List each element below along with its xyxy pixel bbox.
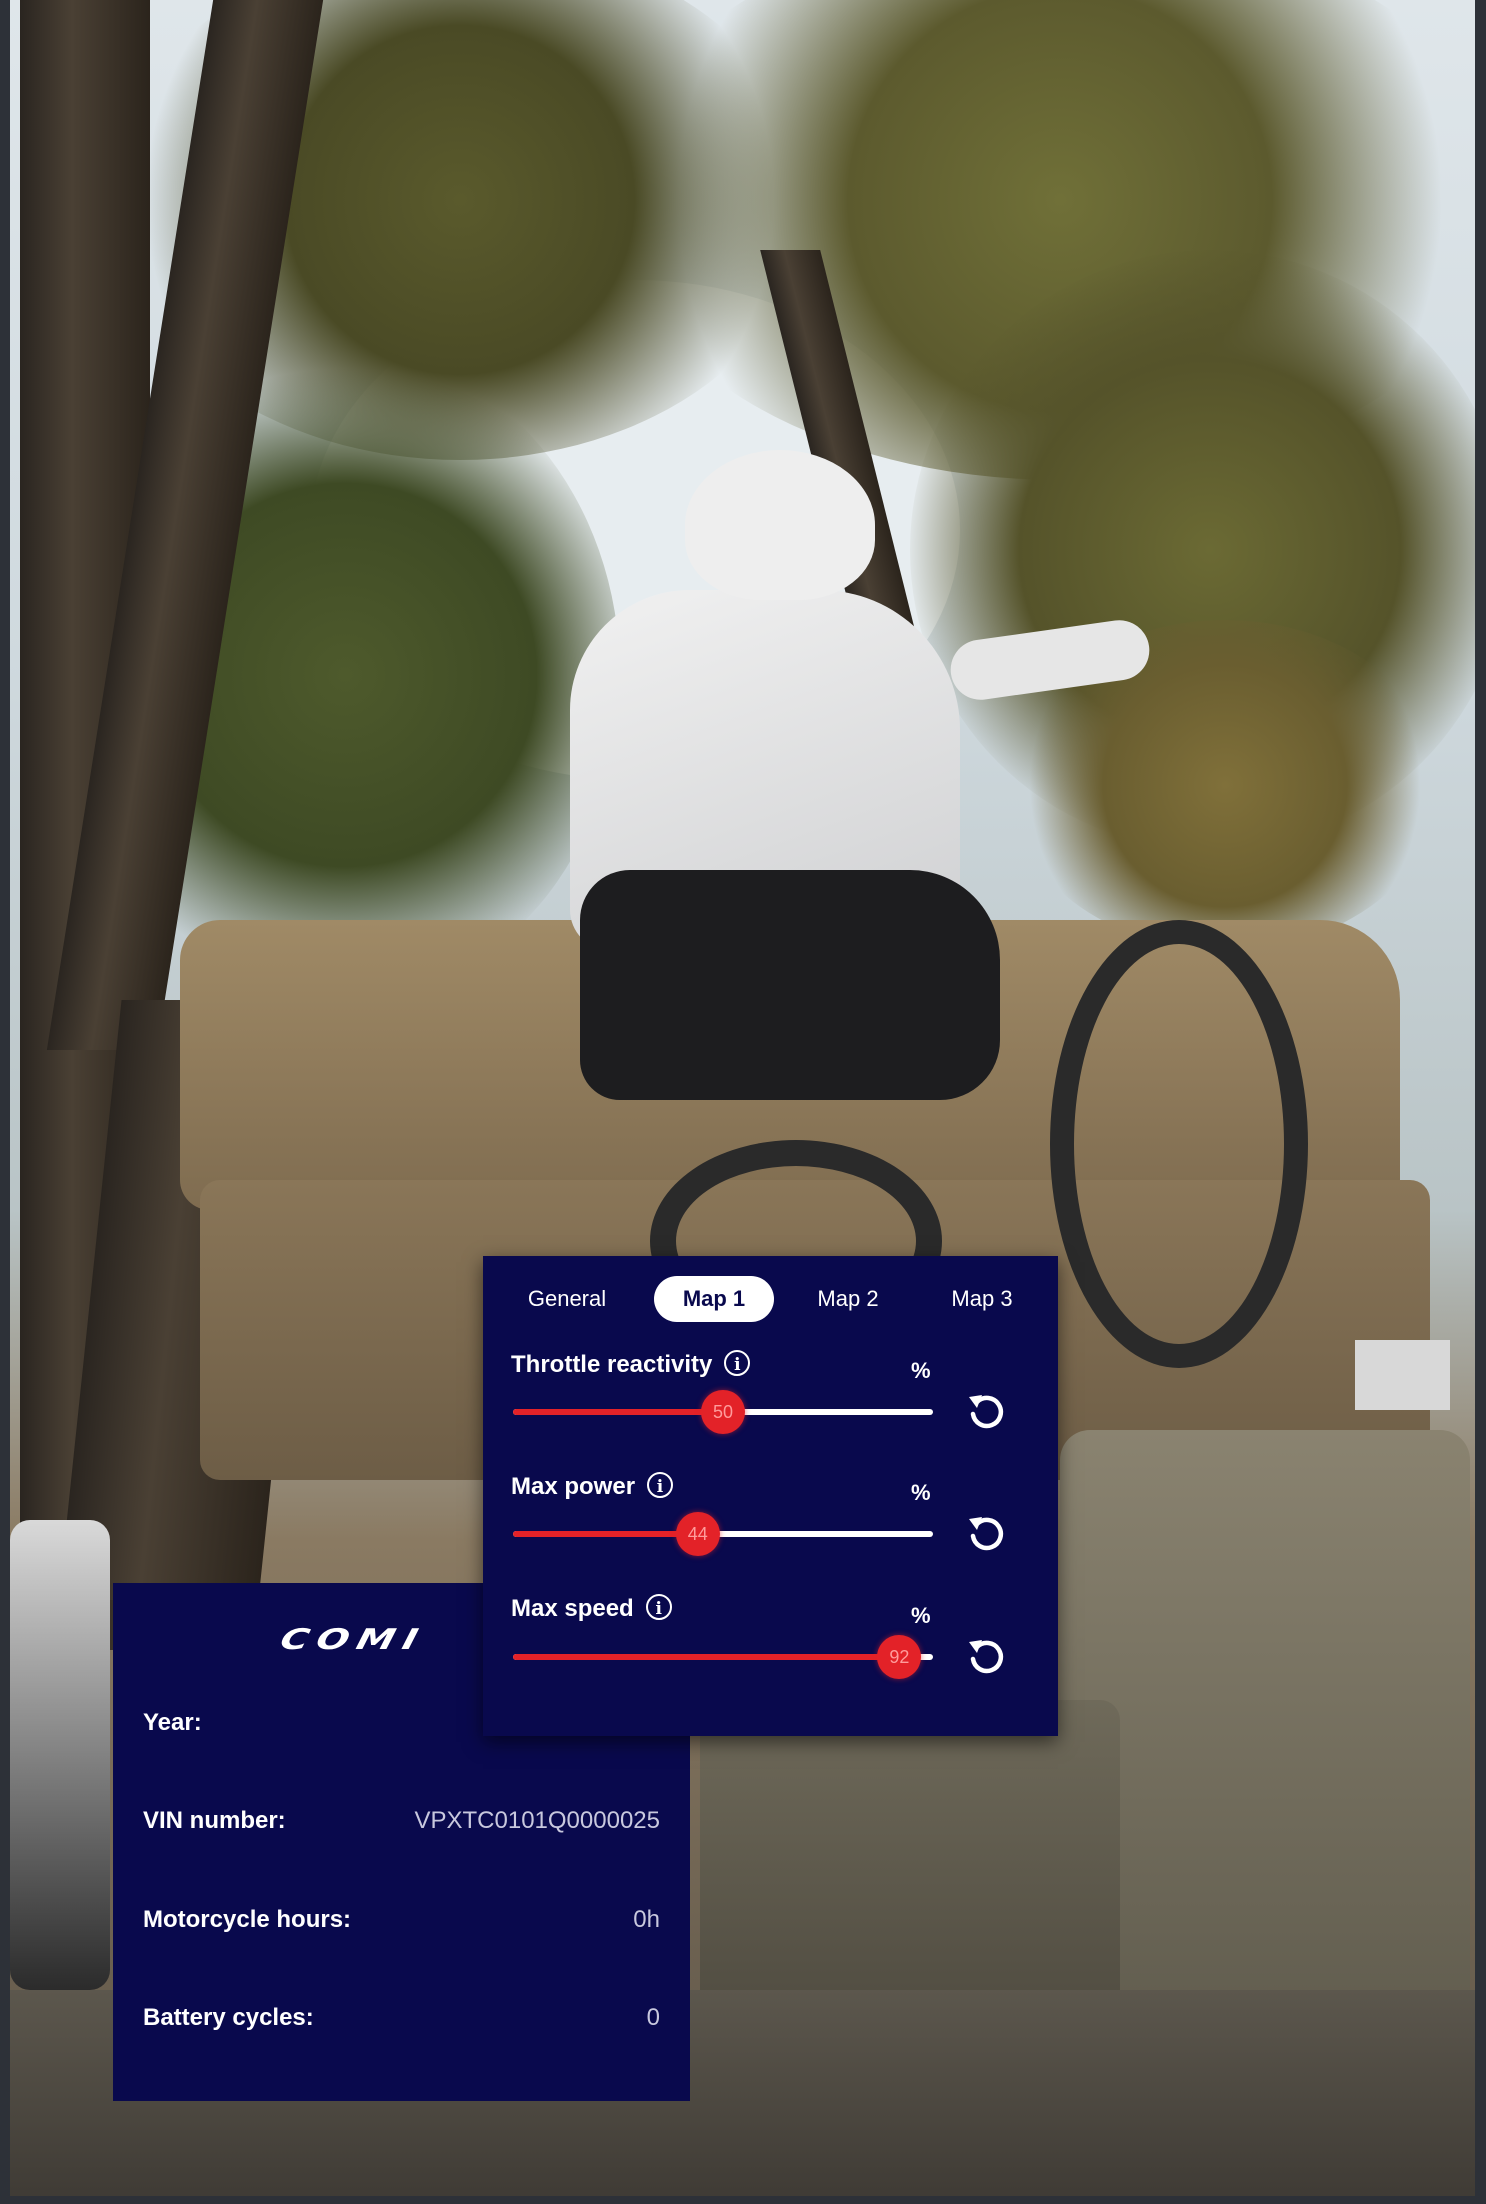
map-tabs: General Map 1 Map 2 Map 3 (483, 1276, 1058, 1322)
trial-flag (1355, 1340, 1450, 1410)
reset-icon[interactable] (963, 1508, 1011, 1556)
bike-front-wheel (1050, 920, 1308, 1368)
tab-general[interactable]: General (507, 1276, 627, 1322)
slider-thumb[interactable]: 50 (701, 1390, 745, 1434)
rider-helmet (685, 450, 875, 600)
throttle-reactivity-label: Throttle reactivity i (511, 1350, 751, 1379)
info-icon[interactable]: i (645, 1594, 672, 1620)
max-power-label: Max power i (511, 1472, 674, 1501)
vin-value: VPXTC0101Q0000025 (414, 1807, 660, 1834)
reset-icon[interactable] (963, 1631, 1011, 1679)
slider-fill (513, 1531, 698, 1537)
vin-label: VIN number: (143, 1807, 286, 1834)
tab-map-3[interactable]: Map 3 (922, 1276, 1042, 1322)
frame-border (0, 2196, 1486, 2204)
max-power-slider[interactable]: 44 (513, 1512, 933, 1556)
frame-border (1475, 0, 1486, 2204)
reset-icon[interactable] (963, 1386, 1011, 1434)
max-speed-slider[interactable]: 92 (513, 1635, 933, 1679)
year-label: Year: (143, 1709, 202, 1736)
frame-border (0, 0, 10, 2204)
ride-maps-panel: General Map 1 Map 2 Map 3 Throttle react… (483, 1256, 1058, 1736)
tab-map-2[interactable]: Map 2 (788, 1276, 908, 1322)
info-icon[interactable]: i (647, 1472, 674, 1498)
rock-boulder (1060, 1430, 1470, 2070)
hours-label: Motorcycle hours: (143, 1906, 352, 1933)
hours-value: 0h (633, 1906, 660, 1933)
spectator (10, 1520, 110, 1990)
slider-fill (513, 1409, 723, 1415)
max-power-text: Max power (511, 1473, 636, 1500)
max-speed-text: Max speed (511, 1595, 634, 1622)
slider-thumb[interactable]: 44 (675, 1512, 720, 1556)
max-speed-label: Max speed i (511, 1594, 672, 1623)
throttle-reactivity-unit: % (911, 1358, 931, 1383)
throttle-reactivity-text: Throttle reactivity (511, 1351, 713, 1378)
tab-map-1[interactable]: Map 1 (654, 1276, 774, 1322)
rock-boulder (700, 1700, 1120, 2030)
slider-thumb[interactable]: 92 (877, 1635, 922, 1679)
brand-logo: COMI (276, 1622, 430, 1656)
battery-cycles-label: Battery cycles: (143, 2004, 314, 2031)
slider-fill (513, 1654, 900, 1660)
throttle-reactivity-slider[interactable]: 50 (513, 1390, 933, 1434)
info-icon[interactable]: i (724, 1350, 751, 1376)
rider-pants (580, 870, 1000, 1100)
max-speed-unit: % (911, 1603, 931, 1628)
max-power-unit: % (911, 1480, 931, 1505)
battery-cycles-value: 0 (646, 2004, 660, 2031)
